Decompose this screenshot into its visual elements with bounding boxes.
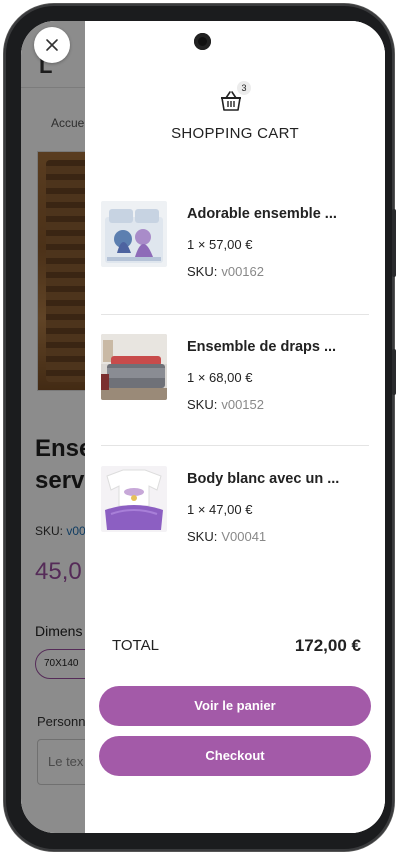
cart-item-quantity-price: 1 × 68,00 €: [187, 370, 253, 385]
view-cart-button[interactable]: Voir le panier: [99, 686, 371, 726]
total-value: 172,00 €: [294, 636, 361, 655]
cart-item-sku: SKU: V00041: [187, 529, 266, 544]
backdrop-overlay[interactable]: [21, 21, 85, 833]
cart-item-sku: SKU: v00152: [187, 397, 264, 412]
checkout-button[interactable]: Checkout: [99, 736, 371, 776]
cart-item-sku-value: v00162: [221, 264, 264, 279]
item-divider: [101, 445, 369, 446]
bedroom-product-icon: [101, 334, 167, 400]
bedding-product-icon: [101, 201, 167, 267]
cart-item-sku-label: SKU:: [187, 264, 218, 279]
cart-item-name[interactable]: Adorable ensemble ...: [187, 206, 337, 222]
cart-title: SHOPPING CART: [171, 125, 299, 142]
cart-item-name[interactable]: Body blanc avec un ...: [187, 471, 339, 487]
cart-item: Body blanc avec un ... 1 × 47,00 € SKU: V…: [101, 466, 371, 576]
cart-header-icon: 3: [219, 81, 251, 115]
phone-screen: L Accue Ense serv SKU: v00 45,0 Dimens 7…: [21, 21, 385, 833]
phone-frame: L Accue Ense serv SKU: v00 45,0 Dimens 7…: [4, 4, 396, 851]
close-cart-button[interactable]: [34, 27, 70, 63]
cart-item-sku-label: SKU:: [187, 529, 218, 544]
power-button: [392, 349, 396, 395]
item-divider: [101, 314, 369, 315]
cart-item: Ensemble de draps ... 1 × 68,00 € SKU: v0…: [101, 334, 371, 444]
cart-item-sku-value: V00041: [221, 529, 267, 544]
bedding-thumbnail[interactable]: [101, 201, 167, 267]
cart-drawer: 3 SHOPPING CART Adorable ensemble ... 1 …: [85, 21, 385, 833]
close-icon: [46, 39, 58, 51]
cart-count-badge: 3: [237, 81, 251, 95]
cart-item-quantity-price: 1 × 47,00 €: [187, 502, 253, 517]
baby-body-thumbnail[interactable]: [101, 466, 167, 532]
cart-item-sku-value: v00152: [221, 397, 264, 412]
cart-item-sku-label: SKU:: [187, 397, 218, 412]
bedroom-thumbnail[interactable]: [101, 334, 167, 400]
baby-body-product-icon: [101, 466, 167, 532]
volume-button: [392, 209, 396, 277]
cart-item: Adorable ensemble ... 1 × 57,00 € SKU: v0…: [101, 201, 371, 311]
cart-item-quantity-price: 1 × 57,00 €: [187, 237, 253, 252]
cart-item-sku: SKU: v00162: [187, 264, 264, 279]
cart-item-name[interactable]: Ensemble de draps ...: [187, 339, 336, 355]
front-camera: [194, 33, 211, 50]
total-label: TOTAL: [112, 637, 159, 654]
